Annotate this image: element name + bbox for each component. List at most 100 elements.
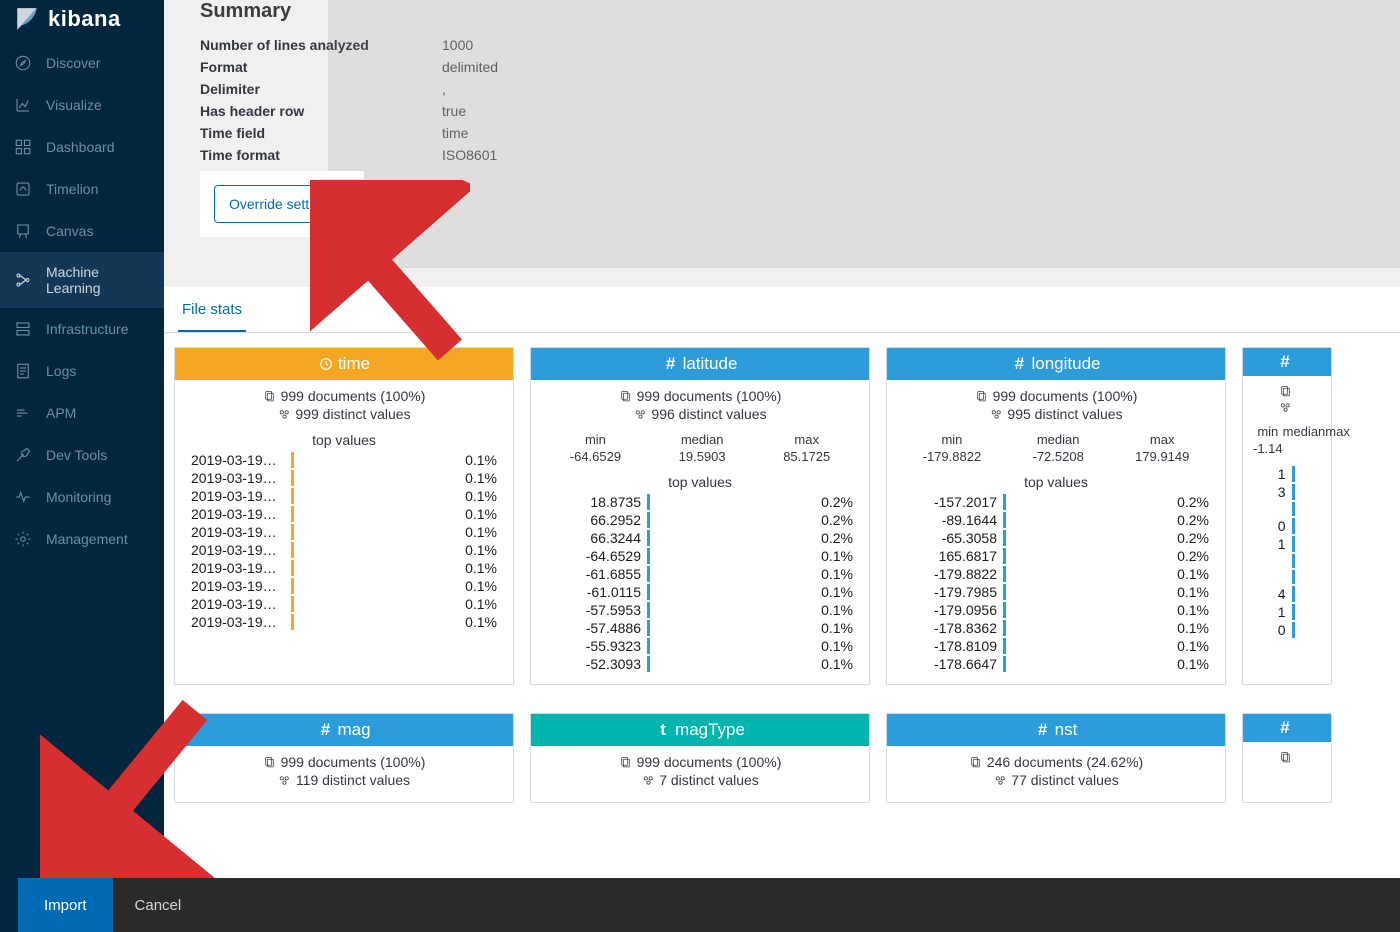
stats-cards-row-2: #mag999 documents (100%)119 distinct val…: [164, 689, 1400, 807]
top-value-bar: [291, 524, 297, 540]
summary-value: ISO8601: [442, 147, 1376, 163]
top-value-label: -178.6647: [903, 656, 1003, 672]
documents-count: 246 documents (24.62%): [897, 754, 1215, 770]
distinct-count: 999 distinct values: [185, 406, 503, 422]
top-value-label: -157.2017: [903, 494, 1003, 510]
top-value-row: -57.59530.1%: [547, 602, 853, 618]
sidebar-item-timelion[interactable]: Timelion: [0, 168, 164, 210]
top-value-percent: 0.1%: [449, 488, 497, 504]
field-stats: min-179.8822median-72.5208max179.9149: [897, 432, 1215, 464]
top-value-row: -179.79850.1%: [903, 584, 1209, 600]
top-value-bar: [647, 638, 653, 654]
sidebar-item-apm[interactable]: APM: [0, 392, 164, 434]
gear-icon: [14, 530, 32, 548]
distinct-count: 995 distinct values: [897, 406, 1215, 422]
top-value-row: -178.81090.1%: [903, 638, 1209, 654]
top-value-bar: [291, 560, 297, 576]
sidebar-item-infrastructure[interactable]: Infrastructure: [0, 308, 164, 350]
stats-cards-row-1: time999 documents (100%)999 distinct val…: [164, 333, 1400, 689]
distinct-icon: [1278, 400, 1292, 414]
sidebar-item-label: Timelion: [46, 181, 98, 197]
summary-key: Time format: [200, 147, 440, 163]
top-value-label: -52.3093: [547, 656, 647, 672]
top-value-label: -64.6529: [547, 548, 647, 564]
top-value-row: 2019-03-19T0...0.1%: [191, 452, 497, 468]
field-card-header: #latitude: [531, 348, 869, 380]
top-value-percent: 0.1%: [805, 620, 853, 636]
top-value-row: [1259, 502, 1315, 516]
top-value-row: 0: [1259, 622, 1315, 638]
documents-count: 999 documents (100%): [541, 754, 859, 770]
override-settings-button[interactable]: Override settings: [214, 185, 350, 223]
distinct-count: [1253, 400, 1321, 414]
top-value-label: 2019-03-19T0...: [191, 452, 291, 468]
top-value-percent: 0.1%: [805, 602, 853, 618]
sidebar-item-label: Machine Learning: [46, 264, 150, 296]
top-value-bar: [1003, 638, 1009, 654]
sidebar-item-dev-tools[interactable]: Dev Tools: [0, 434, 164, 476]
top-value-label: -178.8109: [903, 638, 1003, 654]
top-value-bar: [1292, 586, 1296, 602]
top-value-bar: [291, 488, 297, 504]
number-type-icon: #: [1011, 356, 1027, 372]
sidebar-item-discover[interactable]: Discover: [0, 42, 164, 84]
top-value-bar: [291, 614, 297, 630]
summary-key: Time field: [200, 125, 440, 141]
top-value-bar: [1003, 620, 1009, 636]
top-value-label: 4: [1259, 586, 1292, 602]
sidebar-item-dashboard[interactable]: Dashboard: [0, 126, 164, 168]
distinct-count: 996 distinct values: [541, 406, 859, 422]
summary-value: 1000: [442, 37, 1376, 53]
top-value-row: 1: [1259, 536, 1315, 552]
cancel-button[interactable]: Cancel: [113, 878, 204, 932]
top-value-bar: [1292, 466, 1296, 482]
top-value-bar: [1003, 494, 1009, 510]
field-card-header: #: [1243, 714, 1331, 742]
top-value-label: -65.3058: [903, 530, 1003, 546]
sidebar-item-visualize[interactable]: Visualize: [0, 84, 164, 126]
documents-count: 999 documents (100%): [897, 388, 1215, 404]
sidebar-item-canvas[interactable]: Canvas: [0, 210, 164, 252]
field-card-mag: #mag999 documents (100%)119 distinct val…: [174, 713, 514, 803]
top-value-label: 18.8735: [547, 494, 647, 510]
top-value-percent: 0.1%: [1161, 566, 1209, 582]
top-value-label: 1: [1259, 536, 1292, 552]
field-card-nst: #nst246 documents (24.62%)77 distinct va…: [886, 713, 1226, 803]
tab-file-stats[interactable]: File stats: [178, 287, 246, 332]
top-value-label: 3: [1259, 484, 1292, 500]
top-values-list: -157.20170.2%-89.16440.2%-65.30580.2%165…: [897, 494, 1215, 672]
top-value-percent: 0.2%: [805, 494, 853, 510]
top-value-row: 2019-03-19T0...0.1%: [191, 506, 497, 522]
top-value-row: 18.8735 0.2%: [547, 494, 853, 510]
top-value-percent: 0.1%: [805, 584, 853, 600]
summary-key: Number of lines analyzed: [200, 37, 440, 53]
top-value-row: 2019-03-19T0...0.1%: [191, 578, 497, 594]
field-stats: min-64.6529median19.5903max85.1725: [541, 432, 859, 464]
sidebar-item-management[interactable]: Management: [0, 518, 164, 560]
field-card-time: time999 documents (100%)999 distinct val…: [174, 347, 514, 685]
top-value-row: 2019-03-19T0...0.1%: [191, 524, 497, 540]
top-value-label: -179.8822: [903, 566, 1003, 582]
clock-icon: [318, 356, 334, 372]
documents-icon: [969, 755, 983, 769]
top-value-row: [1259, 570, 1315, 584]
heartbeat-icon: [14, 488, 32, 506]
top-value-percent: 0.1%: [449, 542, 497, 558]
top-value-label: -57.4886: [547, 620, 647, 636]
top-values-list: 1301410: [1253, 466, 1321, 638]
sidebar: kibana DiscoverVisualizeDashboardTimelio…: [0, 0, 164, 932]
sidebar-item-machine-learning[interactable]: Machine Learning: [0, 252, 164, 308]
top-value-bar: [1003, 512, 1009, 528]
top-value-label: -55.9323: [547, 638, 647, 654]
sidebar-item-monitoring[interactable]: Monitoring: [0, 476, 164, 518]
top-value-row: 2019-03-19T0...0.1%: [191, 470, 497, 486]
import-button[interactable]: Import: [18, 878, 113, 932]
top-value-bar: [291, 578, 297, 594]
top-value-percent: 0.1%: [449, 560, 497, 576]
top-value-label: -61.0115: [547, 584, 647, 600]
top-value-row: 165.68170.2%: [903, 548, 1209, 564]
top-value-bar: [1003, 656, 1009, 672]
top-value-label: 165.6817: [903, 548, 1003, 564]
sidebar-item-logs[interactable]: Logs: [0, 350, 164, 392]
top-value-label: 2019-03-19T0...: [191, 614, 291, 630]
